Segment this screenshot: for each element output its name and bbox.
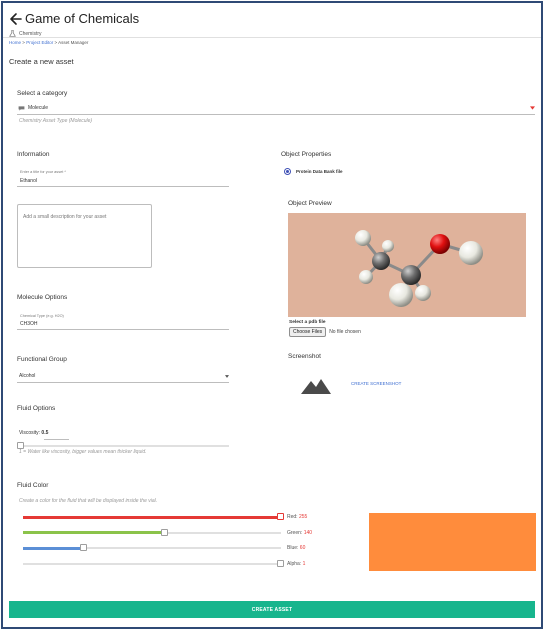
red-value: 255: [298, 514, 308, 520]
blue-slider-fill: [23, 546, 84, 550]
create-screenshot-link[interactable]: CREATE SCREENSHOT: [351, 381, 401, 386]
header-divider: [3, 37, 541, 38]
molecule-chip-icon: [18, 106, 25, 111]
pdb-file-label: Select a pdb file: [289, 320, 326, 325]
pdb-file-input[interactable]: Choose Files No file chosen: [289, 327, 361, 337]
viscosity-hint: 1 = Water like viscosity, bigger values …: [19, 449, 147, 455]
chemical-type-field[interactable]: CH3OH: [20, 321, 38, 327]
back-arrow-icon[interactable]: [9, 10, 23, 28]
red-label-text: Red:: [287, 514, 298, 520]
hydrogen-atom: [415, 285, 431, 301]
red-slider-thumb[interactable]: [277, 513, 284, 520]
title-field[interactable]: Ethanol: [20, 178, 37, 184]
pdb-radio-option[interactable]: Protein Data Bank file: [284, 168, 343, 175]
hydrogen-atom: [359, 270, 373, 284]
green-slider[interactable]: [23, 528, 281, 537]
category-heading: Select a category: [17, 90, 68, 97]
alpha-slider[interactable]: [23, 559, 284, 568]
alpha-slider-thumb[interactable]: [277, 559, 284, 567]
blue-label-text: Blue:: [287, 545, 299, 551]
molecule-preview[interactable]: [288, 213, 526, 317]
viscosity-row: Viscosity: 0.5: [19, 430, 48, 436]
screenshot-heading: Screenshot: [288, 353, 321, 360]
functional-group-underline: [17, 382, 229, 383]
blue-value: 60: [299, 545, 306, 551]
green-value: 140: [303, 529, 313, 536]
hydrogen-atom: [389, 283, 413, 307]
choose-files-button[interactable]: Choose Files: [289, 327, 327, 337]
viscosity-thumb[interactable]: [17, 442, 24, 449]
hydrogen-atom: [355, 230, 371, 246]
viscosity-input-underline: [44, 439, 69, 440]
object-preview-heading: Object Preview: [288, 200, 332, 207]
radio-selected-dot: [285, 169, 290, 174]
alpha-slider-track: [23, 562, 281, 565]
title-field-underline: [17, 186, 229, 187]
viscosity-label: Viscosity:: [19, 430, 41, 436]
carbon-atom: [372, 252, 390, 270]
page-title: Create a new asset: [9, 57, 74, 66]
viscosity-track: [17, 445, 229, 447]
blue-value-label: Blue: 60: [287, 545, 305, 551]
fluid-options-heading: Fluid Options: [17, 405, 56, 412]
category-hint: Chemistry Asset Type (Molecule): [19, 118, 93, 124]
mountain-image-icon: [301, 379, 331, 394]
app-window: Game of Chemicals Chemistry Home > Proje…: [1, 1, 543, 629]
green-label-text: Green:: [287, 529, 303, 536]
app-title: Game of Chemicals: [25, 11, 140, 26]
breadcrumb-current: Asset Manager: [58, 40, 89, 45]
hydrogen-atom: [459, 241, 483, 265]
green-slider-fill: [23, 531, 165, 534]
subtitle-text: Chemistry: [19, 30, 42, 37]
alpha-label-text: Alpha:: [287, 560, 302, 567]
red-value-label: Red: 255: [287, 514, 307, 520]
app-subtitle: Chemistry: [9, 30, 42, 37]
carbon-atom: [401, 265, 421, 285]
description-placeholder: Add a small description for your asset: [23, 214, 107, 220]
alpha-value-label: Alpha: 1: [287, 561, 305, 567]
breadcrumb-project-editor[interactable]: Project Editor: [26, 40, 53, 45]
category-underline: [17, 114, 535, 115]
chevron-down-icon: [225, 375, 229, 378]
alpha-value: 1: [302, 560, 306, 567]
chemical-type-label: Chemical Type (e.g. H2O): [20, 314, 64, 318]
radio-button[interactable]: [284, 168, 291, 175]
no-file-text: No file chosen: [329, 329, 361, 335]
molecule-options-heading: Molecule Options: [17, 294, 68, 301]
chevron-down-icon: [530, 106, 535, 110]
ethanol-molecule-render: [355, 230, 483, 307]
functional-group-value: Alcohol: [19, 373, 36, 379]
object-properties-heading: Object Properties: [281, 151, 332, 158]
functional-group-heading: Functional Group: [17, 356, 67, 363]
color-preview-swatch: [369, 513, 536, 571]
breadcrumb-separator: >: [22, 40, 25, 45]
fluid-color-hint: Create a color for the fluid that will b…: [19, 498, 158, 504]
red-slider-fill: [23, 515, 281, 519]
category-value: Molecule: [28, 105, 49, 111]
create-asset-button[interactable]: CREATE ASSET: [9, 601, 535, 618]
category-select[interactable]: Molecule: [17, 103, 535, 115]
green-value-label: Green: 140: [287, 530, 312, 536]
functional-group-select[interactable]: Alcohol: [17, 371, 229, 383]
green-slider-thumb[interactable]: [160, 528, 168, 536]
viscosity-value: 0.5: [41, 430, 49, 436]
information-heading: Information: [17, 151, 50, 158]
chemical-type-underline: [17, 329, 229, 330]
breadcrumb-home[interactable]: Home: [9, 40, 21, 45]
oxygen-atom: [430, 234, 450, 254]
flask-icon: [9, 30, 16, 37]
fluid-color-heading: Fluid Color: [17, 482, 49, 489]
title-field-label: Enter a title for your asset *: [20, 170, 66, 174]
blue-slider[interactable]: [23, 544, 281, 552]
blue-slider-thumb[interactable]: [79, 544, 87, 551]
red-slider[interactable]: [23, 513, 284, 521]
breadcrumb: Home > Project Editor > Asset Manager: [9, 40, 88, 45]
breadcrumb-separator: >: [54, 40, 58, 45]
hydrogen-atom: [382, 240, 394, 252]
description-textarea[interactable]: Add a small description for your asset: [17, 204, 152, 268]
radio-label: Protein Data Bank file: [296, 169, 343, 174]
